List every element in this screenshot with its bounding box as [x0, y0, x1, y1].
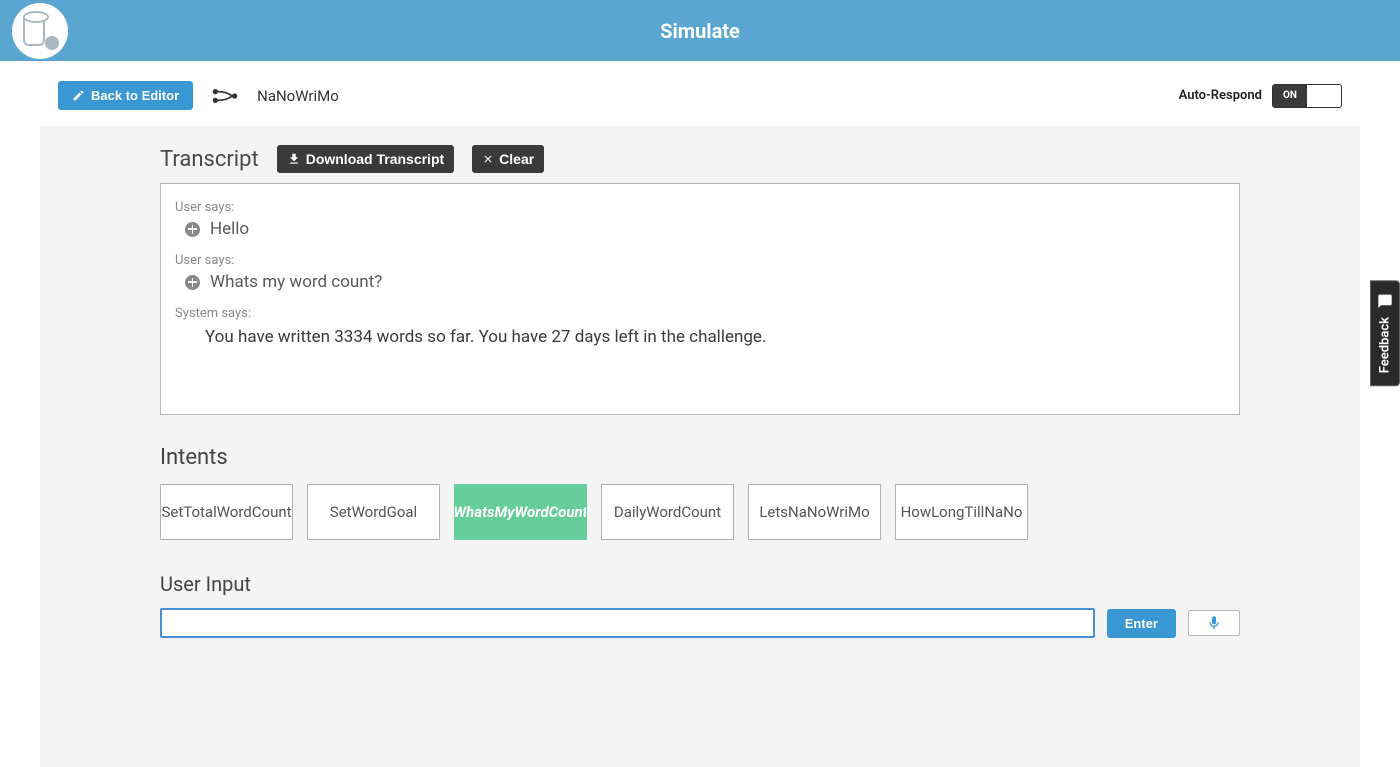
toolbar: Back to Editor NaNoWriMo Auto-Respond ON	[40, 61, 1360, 127]
intent-chip[interactable]: DailyWordCount	[601, 484, 734, 540]
utterance-text: Hello	[210, 219, 249, 239]
utterance-row: Hello	[175, 219, 1225, 239]
close-icon	[482, 153, 494, 165]
transcript-box: User says: Hello User says: Whats my word c…	[160, 183, 1240, 415]
feedback-tab[interactable]: Feedback	[1370, 280, 1400, 386]
download-icon	[287, 152, 301, 166]
utterance-text: Whats my word count?	[210, 272, 382, 292]
expand-icon[interactable]	[185, 275, 200, 290]
transcript-title: Transcript	[160, 147, 259, 172]
intent-chip[interactable]: HowLongTillNaNo	[895, 484, 1028, 540]
clear-transcript-button[interactable]: Clear	[472, 145, 544, 173]
logo[interactable]	[12, 3, 68, 59]
system-message-text: You have written 3334 words so far. You …	[205, 327, 1225, 347]
clear-label: Clear	[499, 151, 534, 167]
intents-title: Intents	[160, 445, 1240, 470]
project-name: NaNoWriMo	[257, 87, 339, 105]
enter-button[interactable]: Enter	[1107, 609, 1176, 638]
user-input-title: User Input	[160, 572, 1240, 596]
feedback-icon	[1377, 293, 1393, 309]
app-header: Simulate	[0, 0, 1400, 61]
auto-respond-toggle[interactable]: ON	[1272, 84, 1342, 108]
download-transcript-button[interactable]: Download Transcript	[277, 145, 454, 173]
speaker-label: System says:	[175, 306, 1225, 321]
microphone-icon	[1206, 615, 1222, 631]
toggle-on-label: ON	[1273, 85, 1307, 107]
user-input-field[interactable]	[160, 608, 1095, 638]
pencil-icon	[72, 89, 85, 102]
microphone-button[interactable]	[1188, 610, 1240, 636]
intent-chip[interactable]: SetTotalWordCount	[160, 484, 293, 540]
speaker-label: User says:	[175, 253, 1225, 268]
download-label: Download Transcript	[306, 151, 444, 167]
back-to-editor-button[interactable]: Back to Editor	[58, 81, 193, 110]
page-title: Simulate	[660, 19, 740, 43]
intent-chip[interactable]: LetsNaNoWriMo	[748, 484, 881, 540]
intent-chip[interactable]: WhatsMyWordCount	[454, 484, 587, 540]
auto-respond-label: Auto-Respond	[1179, 88, 1262, 103]
flow-icon	[211, 86, 239, 106]
speaker-label: User says:	[175, 200, 1225, 215]
back-button-label: Back to Editor	[91, 88, 179, 103]
utterance-row: Whats my word count?	[175, 272, 1225, 292]
intent-chip[interactable]: SetWordGoal	[307, 484, 440, 540]
expand-icon[interactable]	[185, 222, 200, 237]
intents-row: SetTotalWordCountSetWordGoalWhatsMyWordC…	[160, 484, 1240, 540]
feedback-label: Feedback	[1378, 317, 1393, 373]
